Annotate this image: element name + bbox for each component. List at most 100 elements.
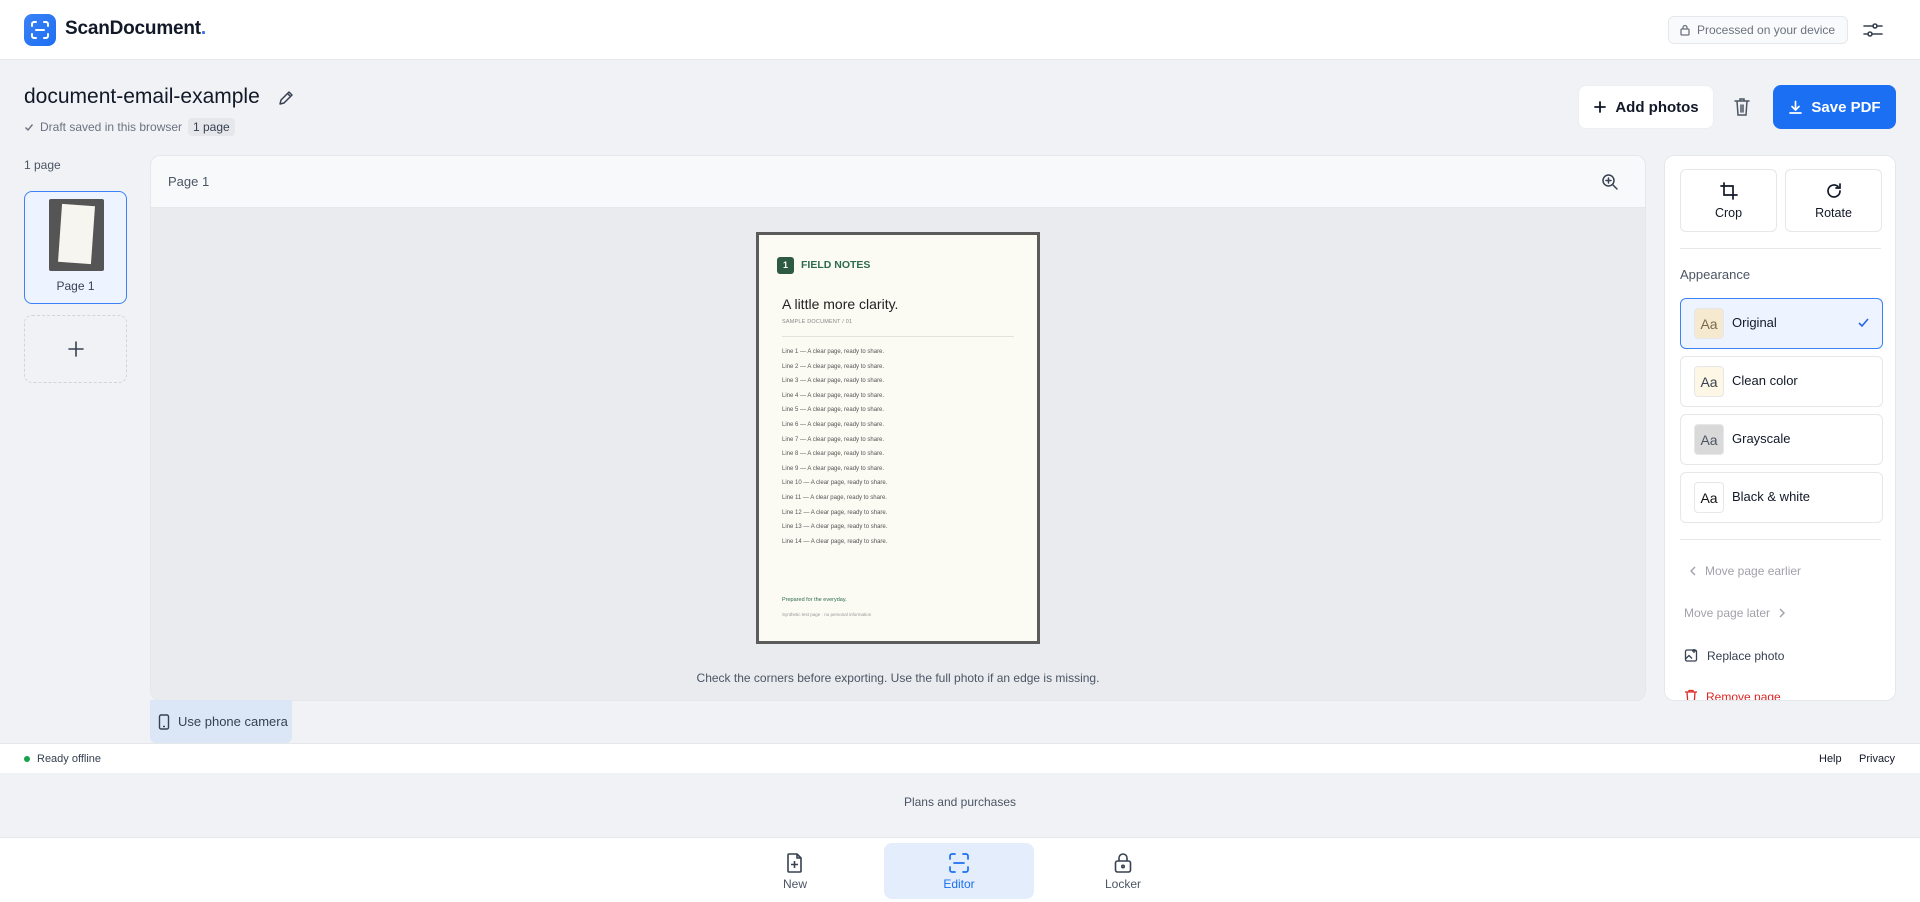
draft-status: Draft saved in this browser <box>24 120 182 134</box>
preview-line: Line 12 — A clear page, ready to share. <box>782 509 888 516</box>
thumbnail-paper <box>58 203 95 265</box>
crop-button[interactable]: Crop <box>1680 169 1777 232</box>
device-status-text: Processed on your device <box>1697 23 1836 37</box>
brand-dot: . <box>200 18 207 39</box>
page-thumbnail[interactable]: Page 1 <box>24 191 127 304</box>
preview-line: Line 4 — A clear page, ready to share. <box>782 392 885 399</box>
zoom-in-icon[interactable] <box>1600 172 1620 192</box>
appearance-option-label: Original <box>1732 315 1777 330</box>
add-photos-label: Add photos <box>1615 98 1699 116</box>
page-thumbnail-label: Page 1 <box>56 279 95 293</box>
document-title: document-email-example <box>24 85 260 108</box>
preview-line: Line 8 — A clear page, ready to share. <box>782 451 885 458</box>
document-photo[interactable]: 1 FIELD NOTES A little more clarity. SAM… <box>756 232 1040 644</box>
nav-new[interactable]: New <box>720 843 870 899</box>
preview-line: Line 6 — A clear page, ready to share. <box>782 421 885 428</box>
status-bar: Ready offline Help Privacy <box>0 743 1920 773</box>
use-phone-camera-button[interactable]: Use phone camera <box>150 700 292 743</box>
preview-line: Line 1 — A clear page, ready to share. <box>782 349 885 355</box>
delete-document-trash-icon[interactable] <box>1733 97 1751 117</box>
replace-photo-button[interactable]: Replace photo <box>1684 648 1784 663</box>
preview-line: Line 10 — A clear page, ready to share. <box>782 480 888 487</box>
settings-sliders-icon[interactable] <box>1862 20 1884 40</box>
move-page-earlier-label: Move page earlier <box>1705 564 1802 578</box>
nav-locker-label: Locker <box>1104 876 1142 891</box>
check-icon <box>25 124 34 132</box>
replace-photo-label: Replace photo <box>1707 648 1785 663</box>
appearance-swatch: Aa <box>1694 482 1724 513</box>
plans-link[interactable]: Plans and purchases <box>0 795 1920 809</box>
appearance-option-label: Black & white <box>1732 489 1811 504</box>
preview-title: A little more clarity. <box>782 296 899 312</box>
edit-pencil-icon[interactable] <box>277 89 295 107</box>
download-icon <box>1789 100 1803 114</box>
page-list-count: 1 page <box>24 158 61 172</box>
replace-image-icon <box>1684 649 1698 662</box>
device-processing-badge: Processed on your device <box>1668 16 1849 44</box>
add-photos-button[interactable]: Add photos <box>1578 85 1714 129</box>
crop-label: Crop <box>1714 205 1743 220</box>
move-page-earlier-button[interactable]: Move page earlier <box>1680 564 1801 578</box>
preview-badge: 1 <box>777 257 794 274</box>
nav-editor-label: Editor <box>943 876 975 891</box>
appearance-option-label: Grayscale <box>1732 431 1791 446</box>
nav-editor[interactable]: Editor <box>884 843 1034 899</box>
appearance-option-black-white[interactable]: Aa Black & white <box>1680 472 1883 523</box>
draft-status-text: Draft saved in this browser <box>40 120 183 134</box>
preview-line: Line 7 — A clear page, ready to share. <box>782 436 885 443</box>
preview-line: Line 5 — A clear page, ready to share. <box>782 407 885 414</box>
add-page-button[interactable] <box>24 315 127 383</box>
offline-status-text: Ready offline <box>37 753 102 765</box>
move-page-later-label: Move page later <box>1684 606 1771 620</box>
privacy-link[interactable]: Privacy <box>1859 753 1895 765</box>
app-logo[interactable] <box>24 14 56 46</box>
help-link[interactable]: Help <box>1819 753 1842 765</box>
remove-page-label: Remove page <box>1706 689 1781 701</box>
brand-name[interactable]: ScanDocument. <box>65 18 206 40</box>
appearance-heading: Appearance <box>1680 267 1751 282</box>
preview-line: Line 11 — A clear page, ready to share. <box>782 494 887 501</box>
new-document-icon <box>787 852 802 873</box>
bottom-navigation: New Editor Locker <box>0 837 1920 902</box>
phone-icon <box>158 713 170 730</box>
appearance-option-grayscale[interactable]: Aa Grayscale <box>1680 414 1883 465</box>
rotate-icon <box>1826 182 1841 198</box>
selected-check-icon <box>1858 318 1869 328</box>
plus-icon <box>1594 101 1607 113</box>
preview-line: Line 13 — A clear page, ready to share. <box>782 524 888 531</box>
document-paper: 1 FIELD NOTES A little more clarity. SAM… <box>759 235 1037 641</box>
remove-page-button[interactable]: Remove page <box>1684 689 1781 701</box>
plans-link-text[interactable]: Plans and purchases <box>904 795 1016 809</box>
canvas-hint: Check the corners before exporting. Use … <box>696 671 1100 685</box>
page-thumbnail-image <box>49 199 104 271</box>
brand-text: ScanDocument <box>65 18 201 39</box>
top-bar: ScanDocument. Processed on your device <box>0 0 1920 60</box>
appearance-option-clean-color[interactable]: Aa Clean color <box>1680 356 1883 407</box>
crop-icon <box>1719 181 1738 200</box>
plus-icon <box>67 341 84 357</box>
offline-status: Ready offline <box>24 753 101 765</box>
page-count-badge: 1 page <box>188 118 235 136</box>
preview-footer: Prepared for the everyday. <box>782 597 847 603</box>
lock-icon <box>1114 852 1132 873</box>
divider <box>1680 248 1881 249</box>
canvas-page-title: Page 1 <box>168 174 210 189</box>
appearance-option-original[interactable]: Aa Original <box>1680 298 1883 349</box>
preview-line: Line 14 — A clear page, ready to share. <box>782 538 888 545</box>
appearance-swatch: Aa <box>1694 308 1724 339</box>
lock-icon <box>1680 24 1690 36</box>
preview-footnote: Synthetic test page · no personal inform… <box>782 612 872 617</box>
save-pdf-button[interactable]: Save PDF <box>1773 85 1896 129</box>
appearance-swatch: Aa <box>1694 424 1724 455</box>
use-phone-camera-label: Use phone camera <box>178 714 288 729</box>
rotate-button[interactable]: Rotate <box>1785 169 1882 232</box>
preview-line: Line 9 — A clear page, ready to share. <box>782 465 885 472</box>
move-page-later-button[interactable]: Move page later <box>1684 606 1786 620</box>
rotate-label: Rotate <box>1815 205 1852 220</box>
trash-icon <box>1685 689 1697 700</box>
preview-lines: Line 1 — A clear page, ready to share. L… <box>782 347 887 551</box>
scan-logo-icon <box>31 21 49 39</box>
nav-locker[interactable]: Locker <box>1048 843 1198 899</box>
chevron-left-icon <box>1690 566 1696 576</box>
save-pdf-label: Save PDF <box>1811 98 1881 116</box>
